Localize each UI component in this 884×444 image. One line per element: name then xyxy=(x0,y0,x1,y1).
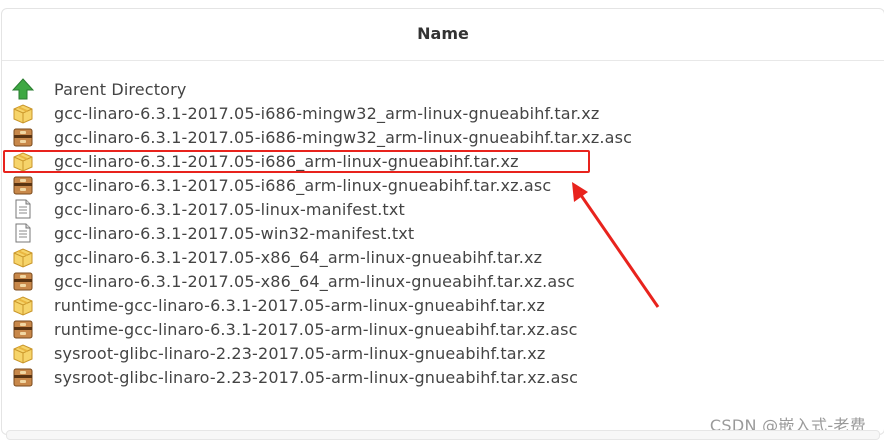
package-icon xyxy=(12,294,34,316)
up-arrow-icon xyxy=(12,78,34,100)
file-link[interactable]: gcc-linaro-6.3.1-2017.05-linux-manifest.… xyxy=(54,200,405,219)
directory-listing: Name Parent Directory gcc-linaro-6.3.1-20… xyxy=(0,8,884,444)
file-link[interactable]: runtime-gcc-linaro-6.3.1-2017.05-arm-lin… xyxy=(54,320,578,339)
file-table: Name Parent Directory gcc-linaro-6.3.1-20… xyxy=(1,8,884,435)
file-link[interactable]: gcc-linaro-6.3.1-2017.05-x86_64_arm-linu… xyxy=(54,272,575,291)
archive-icon xyxy=(12,318,34,340)
highlight-box xyxy=(3,150,590,173)
file-link[interactable]: Parent Directory xyxy=(54,80,186,99)
archive-icon xyxy=(12,366,34,388)
package-icon xyxy=(12,342,34,364)
list-item[interactable]: gcc-linaro-6.3.1-2017.05-i686_arm-linux-… xyxy=(2,173,884,197)
package-icon xyxy=(12,246,34,268)
list-item[interactable]: gcc-linaro-6.3.1-2017.05-x86_64_arm-linu… xyxy=(2,269,884,293)
list-item[interactable]: gcc-linaro-6.3.1-2017.05-i686-mingw32_ar… xyxy=(2,125,884,149)
archive-icon xyxy=(12,126,34,148)
text-file-icon xyxy=(12,198,34,220)
file-link[interactable]: gcc-linaro-6.3.1-2017.05-x86_64_arm-linu… xyxy=(54,248,542,267)
list-item[interactable]: runtime-gcc-linaro-6.3.1-2017.05-arm-lin… xyxy=(2,293,884,317)
file-link[interactable]: sysroot-glibc-linaro-2.23-2017.05-arm-li… xyxy=(54,368,578,387)
list-item[interactable]: gcc-linaro-6.3.1-2017.05-x86_64_arm-linu… xyxy=(2,245,884,269)
annotation-arrow xyxy=(572,182,660,308)
list-item[interactable]: sysroot-glibc-linaro-2.23-2017.05-arm-li… xyxy=(2,365,884,389)
file-link[interactable]: sysroot-glibc-linaro-2.23-2017.05-arm-li… xyxy=(54,344,545,363)
name-column-header[interactable]: Name xyxy=(2,24,884,43)
text-file-icon xyxy=(12,222,34,244)
file-link[interactable]: gcc-linaro-6.3.1-2017.05-i686_arm-linux-… xyxy=(54,176,551,195)
file-list: Parent Directory gcc-linaro-6.3.1-2017.05… xyxy=(2,77,884,389)
list-item[interactable]: gcc-linaro-6.3.1-2017.05-linux-manifest.… xyxy=(2,197,884,221)
archive-icon xyxy=(12,270,34,292)
package-icon xyxy=(12,102,34,124)
horizontal-scrollbar[interactable] xyxy=(6,430,880,440)
file-link[interactable]: gcc-linaro-6.3.1-2017.05-i686-mingw32_ar… xyxy=(54,104,599,123)
list-item[interactable]: Parent Directory xyxy=(2,77,884,101)
file-link[interactable]: gcc-linaro-6.3.1-2017.05-win32-manifest.… xyxy=(54,224,414,243)
file-link[interactable]: runtime-gcc-linaro-6.3.1-2017.05-arm-lin… xyxy=(54,296,545,315)
file-link[interactable]: gcc-linaro-6.3.1-2017.05-i686-mingw32_ar… xyxy=(54,128,632,147)
list-item[interactable]: runtime-gcc-linaro-6.3.1-2017.05-arm-lin… xyxy=(2,317,884,341)
list-item[interactable]: gcc-linaro-6.3.1-2017.05-win32-manifest.… xyxy=(2,221,884,245)
table-header: Name xyxy=(2,9,884,61)
list-item[interactable]: sysroot-glibc-linaro-2.23-2017.05-arm-li… xyxy=(2,341,884,365)
list-item[interactable]: gcc-linaro-6.3.1-2017.05-i686-mingw32_ar… xyxy=(2,101,884,125)
archive-icon xyxy=(12,174,34,196)
